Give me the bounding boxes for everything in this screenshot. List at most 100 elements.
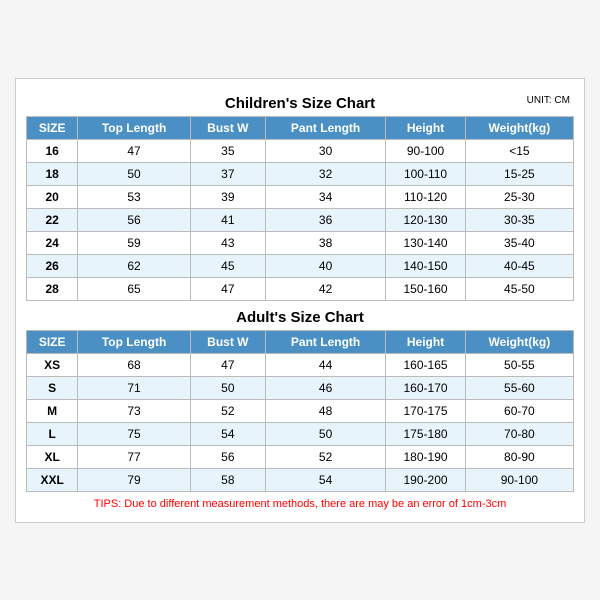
table-cell: 80-90 — [465, 445, 573, 468]
table-cell: 50-55 — [465, 353, 573, 376]
table-cell: 52 — [190, 399, 265, 422]
table-cell: 58 — [190, 468, 265, 491]
table-cell: 43 — [190, 231, 265, 254]
table-cell: 190-200 — [386, 468, 465, 491]
table-cell: 56 — [190, 445, 265, 468]
table-cell: 45 — [190, 254, 265, 277]
table-cell: 34 — [265, 185, 385, 208]
children-table: SIZE Top Length Bust W Pant Length Heigh… — [26, 116, 574, 301]
adult-body: XS684744160-16550-55S715046160-17055-60M… — [27, 353, 574, 491]
table-cell: 16 — [27, 139, 78, 162]
table-cell: <15 — [465, 139, 573, 162]
adult-header-row: SIZE Top Length Bust W Pant Length Heigh… — [27, 330, 574, 353]
table-row: 28654742150-16045-50 — [27, 277, 574, 300]
table-cell: 35-40 — [465, 231, 573, 254]
children-title: Children's Size Chart UNIT: CM — [26, 89, 574, 116]
table-cell: M — [27, 399, 78, 422]
table-cell: L — [27, 422, 78, 445]
table-row: 20533934110-12025-30 — [27, 185, 574, 208]
table-row: S715046160-17055-60 — [27, 376, 574, 399]
table-cell: 22 — [27, 208, 78, 231]
table-cell: 60-70 — [465, 399, 573, 422]
table-row: XL775652180-19080-90 — [27, 445, 574, 468]
table-cell: 160-165 — [386, 353, 465, 376]
adult-col-bust-w: Bust W — [190, 330, 265, 353]
table-row: L755450175-18070-80 — [27, 422, 574, 445]
table-cell: 54 — [265, 468, 385, 491]
table-cell: 73 — [78, 399, 191, 422]
table-cell: 53 — [78, 185, 191, 208]
adult-col-pant-length: Pant Length — [265, 330, 385, 353]
table-cell: 170-175 — [386, 399, 465, 422]
col-size: SIZE — [27, 116, 78, 139]
table-cell: 39 — [190, 185, 265, 208]
table-cell: 48 — [265, 399, 385, 422]
table-cell: 175-180 — [386, 422, 465, 445]
table-row: XS684744160-16550-55 — [27, 353, 574, 376]
table-cell: 25-30 — [465, 185, 573, 208]
table-row: XXL795854190-20090-100 — [27, 468, 574, 491]
adult-table: SIZE Top Length Bust W Pant Length Heigh… — [26, 330, 574, 492]
table-row: 24594338130-14035-40 — [27, 231, 574, 254]
table-cell: 20 — [27, 185, 78, 208]
table-cell: 42 — [265, 277, 385, 300]
table-cell: 75 — [78, 422, 191, 445]
table-cell: 90-100 — [465, 468, 573, 491]
table-cell: 46 — [265, 376, 385, 399]
table-cell: 38 — [265, 231, 385, 254]
table-cell: 52 — [265, 445, 385, 468]
tips-text: TIPS: Due to different measurement metho… — [26, 492, 574, 512]
table-cell: 50 — [265, 422, 385, 445]
table-cell: 24 — [27, 231, 78, 254]
table-cell: 47 — [190, 277, 265, 300]
table-cell: 37 — [190, 162, 265, 185]
table-cell: 100-110 — [386, 162, 465, 185]
table-cell: 35 — [190, 139, 265, 162]
table-cell: 45-50 — [465, 277, 573, 300]
table-cell: 160-170 — [386, 376, 465, 399]
table-cell: 30 — [265, 139, 385, 162]
unit-label: UNIT: CM — [527, 95, 570, 106]
adult-col-height: Height — [386, 330, 465, 353]
table-cell: 50 — [190, 376, 265, 399]
table-cell: 47 — [190, 353, 265, 376]
table-cell: 65 — [78, 277, 191, 300]
table-cell: 71 — [78, 376, 191, 399]
table-cell: 140-150 — [386, 254, 465, 277]
table-row: M735248170-17560-70 — [27, 399, 574, 422]
table-cell: 36 — [265, 208, 385, 231]
table-cell: 18 — [27, 162, 78, 185]
table-cell: 55-60 — [465, 376, 573, 399]
table-cell: 68 — [78, 353, 191, 376]
table-cell: 56 — [78, 208, 191, 231]
table-cell: 90-100 — [386, 139, 465, 162]
table-cell: 15-25 — [465, 162, 573, 185]
table-cell: 40-45 — [465, 254, 573, 277]
adult-title: Adult's Size Chart — [26, 301, 574, 330]
col-weight: Weight(kg) — [465, 116, 573, 139]
col-top-length: Top Length — [78, 116, 191, 139]
table-row: 26624540140-15040-45 — [27, 254, 574, 277]
table-cell: 50 — [78, 162, 191, 185]
table-cell: XS — [27, 353, 78, 376]
table-cell: 40 — [265, 254, 385, 277]
chart-container: Children's Size Chart UNIT: CM SIZE Top … — [15, 78, 585, 523]
table-cell: 70-80 — [465, 422, 573, 445]
table-row: 22564136120-13030-35 — [27, 208, 574, 231]
table-cell: XL — [27, 445, 78, 468]
table-cell: 41 — [190, 208, 265, 231]
table-cell: XXL — [27, 468, 78, 491]
adult-col-size: SIZE — [27, 330, 78, 353]
table-cell: 130-140 — [386, 231, 465, 254]
table-cell: 28 — [27, 277, 78, 300]
table-cell: 44 — [265, 353, 385, 376]
table-cell: 180-190 — [386, 445, 465, 468]
table-cell: S — [27, 376, 78, 399]
table-cell: 77 — [78, 445, 191, 468]
table-row: 18503732100-11015-25 — [27, 162, 574, 185]
table-cell: 47 — [78, 139, 191, 162]
table-cell: 79 — [78, 468, 191, 491]
table-cell: 59 — [78, 231, 191, 254]
table-cell: 26 — [27, 254, 78, 277]
table-cell: 30-35 — [465, 208, 573, 231]
